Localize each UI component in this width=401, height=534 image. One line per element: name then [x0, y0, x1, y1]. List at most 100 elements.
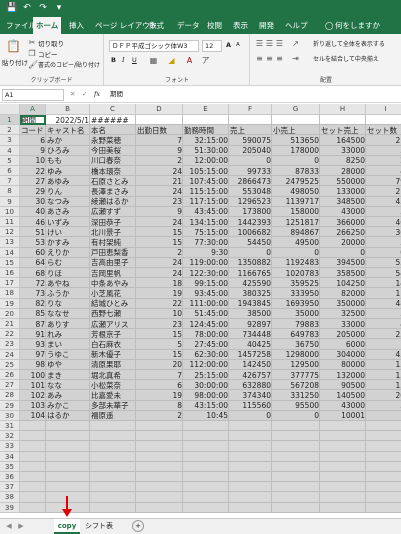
table-cell[interactable]: 綾瀬はるか: [90, 197, 136, 206]
table-cell[interactable]: なつみ: [46, 197, 90, 206]
table-cell[interactable]: 92897: [229, 320, 272, 329]
table-cell[interactable]: 多部未華子: [90, 401, 136, 410]
table-cell[interactable]: なな: [46, 381, 90, 390]
column-title-cell[interactable]: キャスト名: [46, 126, 90, 135]
table-cell[interactable]: 北川景子: [90, 228, 136, 237]
table-cell[interactable]: 553048: [229, 187, 272, 196]
table-cell[interactable]: 比嘉愛未: [90, 391, 136, 400]
table-cell[interactable]: 0: [229, 156, 272, 165]
table-cell[interactable]: 51:45:00: [183, 309, 229, 318]
table-cell[interactable]: 48: [366, 299, 401, 308]
table-cell[interactable]: けい: [46, 228, 90, 237]
table-cell[interactable]: 吉岡里帆: [90, 269, 136, 278]
column-header-f[interactable]: F: [229, 104, 272, 115]
row-header[interactable]: 5: [0, 155, 20, 166]
table-cell[interactable]: 377775: [272, 371, 320, 380]
table-cell[interactable]: 632880: [229, 381, 272, 390]
table-cell[interactable]: 266250: [320, 228, 366, 237]
table-cell[interactable]: いずみ: [46, 218, 90, 227]
table-cell[interactable]: 広瀬すず: [90, 207, 136, 216]
table-cell[interactable]: 51: [20, 228, 46, 237]
scroll-left-icon[interactable]: ◀: [4, 519, 14, 534]
table-cell[interactable]: 77:30:00: [183, 238, 229, 247]
table-cell[interactable]: 22: [20, 167, 46, 176]
table-cell[interactable]: 2: [136, 248, 183, 257]
column-header-d[interactable]: D: [136, 104, 183, 115]
table-cell[interactable]: 10: [20, 156, 46, 165]
row-header[interactable]: 2: [0, 125, 20, 136]
table-cell[interactable]: 425590: [229, 279, 272, 288]
table-cell[interactable]: 90500: [320, 381, 366, 390]
table-cell[interactable]: 15: [136, 350, 183, 359]
table-cell[interactable]: もも: [46, 156, 90, 165]
table-cell[interactable]: 82000: [320, 289, 366, 298]
table-cell[interactable]: 91: [20, 330, 46, 339]
table-cell[interactable]: 0: [229, 248, 272, 257]
table-cell[interactable]: 366000: [320, 218, 366, 227]
row-header[interactable]: 24: [0, 349, 20, 360]
row-header[interactable]: 9: [0, 196, 20, 207]
table-cell[interactable]: 105:15:00: [183, 167, 229, 176]
table-cell[interactable]: 178000: [272, 146, 320, 155]
table-cell[interactable]: 石原さとみ: [90, 177, 136, 186]
row-header[interactable]: 14: [0, 247, 20, 258]
table-cell[interactable]: 79: [366, 177, 401, 186]
table-cell[interactable]: 53: [20, 238, 46, 247]
table-cell[interactable]: 吉高由里子: [90, 258, 136, 267]
row-header[interactable]: 19: [0, 298, 20, 309]
tab-formulas[interactable]: 数式: [146, 17, 167, 34]
table-cell[interactable]: 348500: [320, 197, 366, 206]
table-cell[interactable]: りほ: [46, 269, 90, 278]
table-cell[interactable]: 140500: [320, 391, 366, 400]
table-cell[interactable]: 19: [136, 289, 183, 298]
table-cell[interactable]: 38500: [229, 309, 272, 318]
table-cell[interactable]: 98:00:00: [183, 391, 229, 400]
table-cell[interactable]: 374340: [229, 391, 272, 400]
table-cell[interactable]: 1296523: [229, 197, 272, 206]
table-cell[interactable]: 4: [366, 320, 401, 329]
table-cell[interactable]: 15: [136, 238, 183, 247]
table-cell[interactable]: 7: [136, 371, 183, 380]
table-cell[interactable]: 73: [20, 289, 46, 298]
row-header[interactable]: 21: [0, 319, 20, 330]
table-cell[interactable]: 28000: [320, 167, 366, 176]
table-cell[interactable]: 36750: [272, 340, 320, 349]
table-cell[interactable]: 72: [20, 279, 46, 288]
row-header[interactable]: 10: [0, 206, 20, 217]
row-header[interactable]: 11: [0, 217, 20, 228]
table-cell[interactable]: 40425: [229, 340, 272, 349]
table-cell[interactable]: 100: [20, 371, 46, 380]
table-cell[interactable]: まき: [46, 371, 90, 380]
table-cell[interactable]: 10:45: [183, 411, 229, 420]
paste-icon[interactable]: 📋: [6, 39, 21, 53]
table-cell[interactable]: 6: [20, 136, 46, 145]
row-header[interactable]: 28: [0, 390, 20, 401]
table-cell[interactable]: 24: [136, 187, 183, 196]
table-cell[interactable]: 64: [20, 258, 46, 267]
table-cell[interactable]: 27:45:00: [183, 340, 229, 349]
table-cell[interactable]: 22: [136, 299, 183, 308]
table-cell[interactable]: 10001: [320, 411, 366, 420]
sheet-tab-shift[interactable]: シフト表: [82, 519, 116, 534]
table-cell[interactable]: 広瀬アリス: [90, 320, 136, 329]
table-cell[interactable]: 24: [136, 258, 183, 267]
row-header[interactable]: 38: [0, 492, 20, 503]
table-cell[interactable]: 33000: [320, 320, 366, 329]
row-header[interactable]: 13: [0, 237, 20, 248]
table-cell[interactable]: 115560: [229, 401, 272, 410]
table-cell[interactable]: 23: [136, 320, 183, 329]
table-cell[interactable]: あみ: [46, 391, 90, 400]
row-header[interactable]: 8: [0, 186, 20, 197]
table-cell[interactable]: りな: [46, 299, 90, 308]
enter-icon[interactable]: ✓: [82, 90, 87, 98]
table-cell[interactable]: 111:00:00: [183, 299, 229, 308]
table-cell[interactable]: 0: [272, 248, 320, 257]
table-cell[interactable]: 99733: [229, 167, 272, 176]
column-header-c[interactable]: C: [90, 104, 136, 115]
table-cell[interactable]: 0: [366, 248, 401, 257]
font-size-select[interactable]: 12: [202, 40, 222, 52]
table-cell[interactable]: 中条あやみ: [90, 279, 136, 288]
align-center-icon[interactable]: ≡: [265, 54, 274, 63]
table-cell[interactable]: 133000: [320, 187, 366, 196]
table-cell[interactable]: 87: [20, 320, 46, 329]
